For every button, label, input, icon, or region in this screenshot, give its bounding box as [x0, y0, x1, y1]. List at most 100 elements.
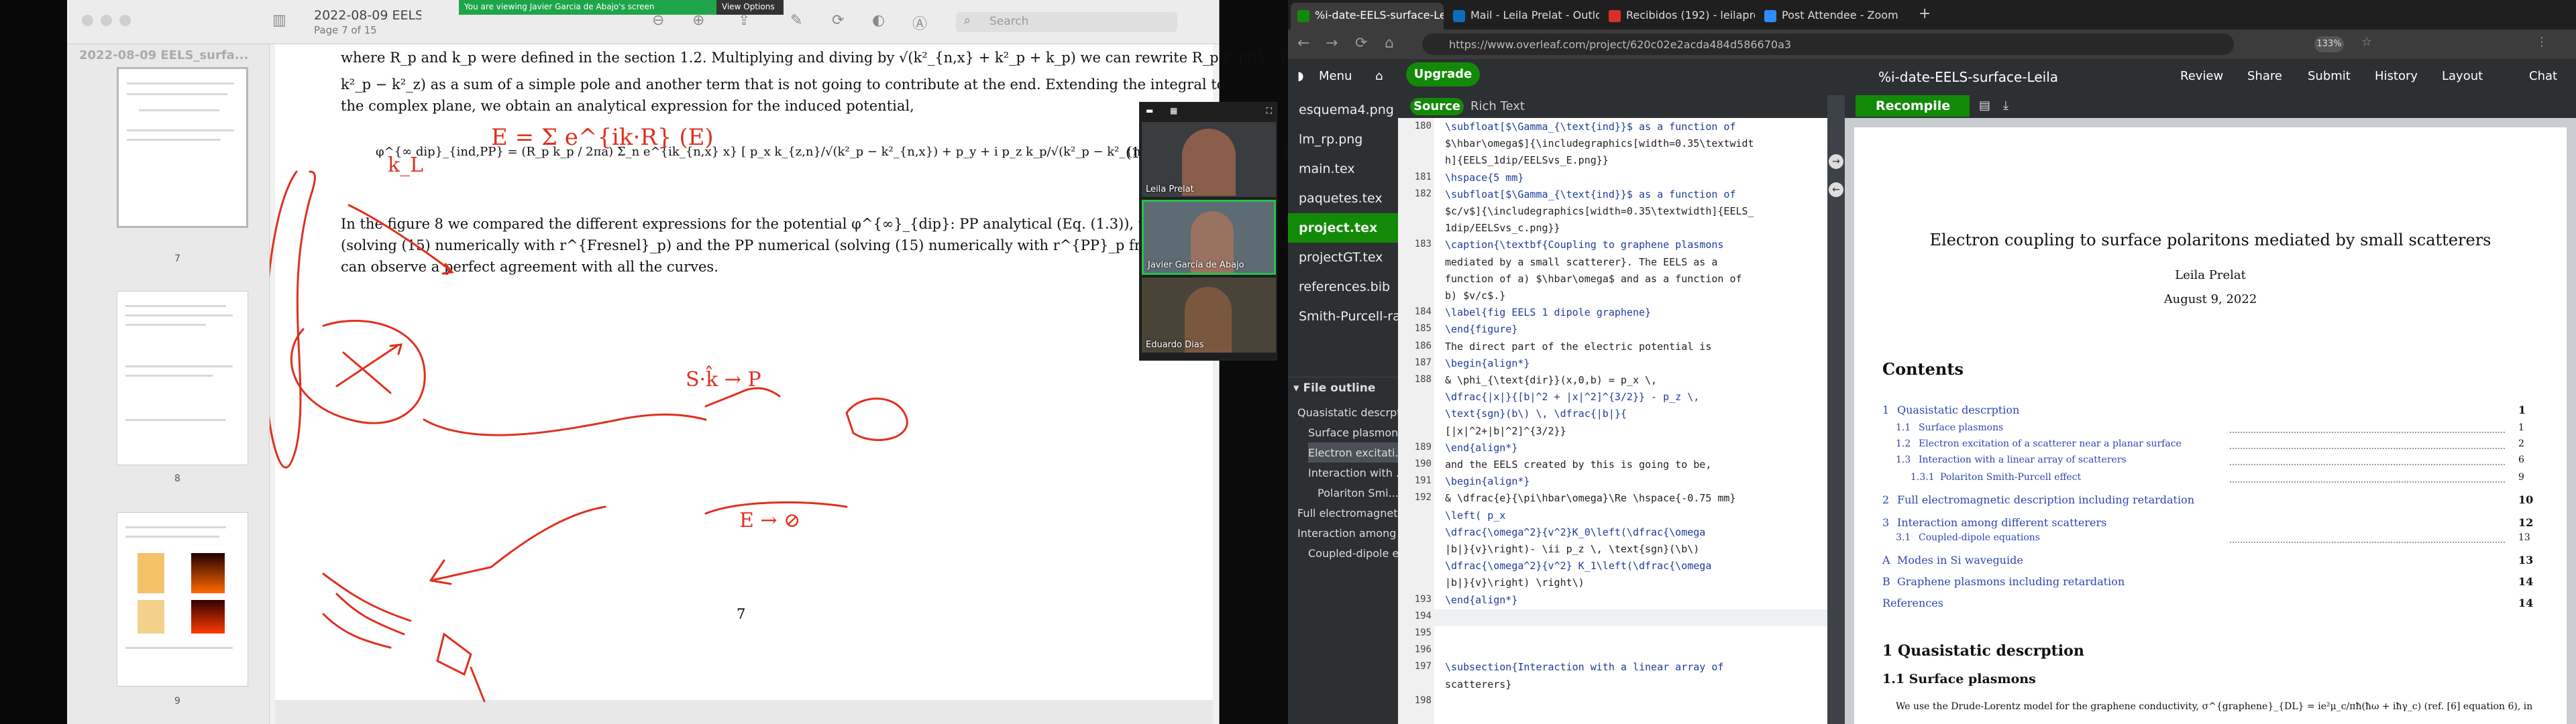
menu-icon[interactable]: ⋮ [2536, 35, 2548, 49]
participant-tile[interactable]: Eduardo Dias [1142, 278, 1276, 353]
toc-number[interactable]: 3 [1882, 516, 1889, 529]
upgrade-button[interactable]: Upgrade [1406, 62, 1480, 86]
sync-to-pdf-icon[interactable]: → [1829, 154, 1843, 169]
outline-item[interactable]: Polariton Smi... [1318, 483, 1398, 503]
toc-entry[interactable]: Interaction with a linear array of scatt… [1919, 455, 2127, 465]
file-item[interactable]: lm_rp.png [1288, 125, 1398, 154]
toc-number[interactable]: 1.3 [1896, 455, 1911, 465]
outline-item[interactable]: Surface plasmons [1308, 422, 1398, 442]
home-button-icon[interactable]: ⌂ [1375, 69, 1383, 83]
minimize-icon[interactable]: ▬ [1146, 106, 1153, 115]
outline-item[interactable]: Interaction among di... [1297, 523, 1398, 543]
menu-button[interactable]: Menu [1319, 69, 1352, 83]
toc-entry[interactable]: Modes in Si waveguide [1897, 554, 2023, 566]
source-mode-button[interactable]: Source [1410, 98, 1464, 115]
url-field[interactable]: https://www.overleaf.com/project/620c02e… [1422, 34, 2234, 55]
toc-number[interactable]: 1 [1882, 404, 1889, 416]
toc-entry[interactable]: Polariton Smith-Purcell effect [1940, 472, 2081, 483]
toc-leader-dots [2230, 464, 2505, 465]
participant-tile-active-speaker[interactable]: Javier García de Abajo [1142, 200, 1276, 275]
zoom-panel-toolbar[interactable]: ▬ ▦ ⛶ [1143, 106, 1275, 118]
sidebar-toggle-icon[interactable]: ▥ [272, 12, 286, 29]
file-item[interactable]: references.bib [1288, 272, 1398, 302]
code-line: scatterers} [1445, 678, 1512, 690]
code-line: \left( p_x [1445, 509, 1506, 522]
gmail-favicon [1609, 10, 1621, 22]
thumbnail-label: 8 [174, 473, 180, 484]
ink-text-e-arrow: E → ⊘ [739, 509, 800, 532]
highlight-icon[interactable]: ◐ [872, 12, 885, 29]
browser-tab-gmail[interactable]: Recibidos (192) - leilapre [1602, 3, 1755, 29]
download-pdf-icon[interactable]: ⤓ [2003, 99, 2008, 113]
file-item[interactable]: paquetes.tex [1288, 184, 1398, 213]
toc-number[interactable]: 3.1 [1896, 532, 1911, 543]
layout-button[interactable]: Layout [2442, 69, 2483, 83]
rotate-icon[interactable]: ⟳ [832, 12, 844, 29]
history-button[interactable]: History [2375, 69, 2418, 83]
thumbnail-page-8[interactable] [117, 291, 248, 465]
outline-item[interactable]: Quasistatic descrption [1297, 402, 1398, 422]
toc-number[interactable]: B [1882, 575, 1890, 588]
review-button[interactable]: Review [2180, 69, 2223, 83]
window-minimize-button[interactable] [101, 15, 112, 26]
toc-entry[interactable]: Electron excitation of a scatterer near … [1919, 438, 2182, 449]
project-title[interactable]: %i-date-EELS-surface-Leila [1878, 69, 2058, 85]
toc-entry[interactable]: Quasistatic descrption [1897, 404, 2019, 416]
browser-tab-outlook[interactable]: Mail - Leila Prelat - Outlo [1446, 3, 1599, 29]
toc-entry[interactable]: Coupled-dipole equations [1919, 532, 2040, 543]
markup-pen-icon[interactable]: ✎ [790, 12, 802, 29]
toc-entry[interactable]: Interaction among different scatterers [1897, 516, 2106, 529]
browser-tab-zoom[interactable]: Post Attendee - Zoom [1758, 3, 1911, 29]
pane-splitter[interactable]: → ← [1827, 95, 1845, 724]
gallery-view-icon[interactable]: ▦ [1170, 106, 1177, 115]
toc-entry[interactable]: References [1882, 597, 1943, 609]
back-icon[interactable]: ← [1297, 35, 1309, 52]
ink-arrows-inner [335, 343, 403, 394]
toc-number[interactable]: 2 [1882, 493, 1889, 506]
file-item[interactable]: projectGT.tex [1288, 243, 1398, 272]
browser-tab-overleaf[interactable]: %i-date-EELS-surface-Le [1291, 3, 1444, 29]
toc-entry[interactable]: Full electromagnetic description includi… [1897, 493, 2194, 506]
pdf-search-input[interactable]: Search [956, 12, 1177, 32]
fullscreen-icon[interactable]: ⛶ [1267, 106, 1272, 116]
home-icon[interactable]: ⌂ [1385, 35, 1394, 52]
toc-entry[interactable]: Graphene plasmons including retardation [1897, 575, 2125, 588]
window-close-button[interactable] [82, 15, 93, 26]
outline-item[interactable]: Coupled-dipole e... [1308, 543, 1398, 563]
participant-tile[interactable]: Leila Prelat [1142, 122, 1276, 197]
window-zoom-button[interactable] [119, 15, 131, 26]
outline-item[interactable]: Interaction with ... [1308, 463, 1398, 483]
file-item-selected[interactable]: project.tex [1288, 213, 1398, 243]
toc-number[interactable]: 1.2 [1896, 438, 1911, 449]
file-outline-header[interactable]: ▾ File outline [1288, 377, 1398, 398]
zoom-level-badge[interactable]: 133% [2314, 36, 2344, 52]
outline-item[interactable]: Full electromagnetic ... [1297, 503, 1398, 523]
toc-number[interactable]: A [1882, 554, 1890, 566]
toc-entry[interactable]: Surface plasmons [1919, 422, 2003, 433]
toc-leader-dots [2230, 481, 2505, 483]
toc-number[interactable]: 1.1 [1896, 422, 1911, 433]
code-line: \subfloat[$\Gamma_{\text{ind}}$ as a fun… [1445, 188, 1736, 200]
view-options-button[interactable]: View Options [716, 0, 784, 15]
reload-icon[interactable]: ⟳ [1355, 35, 1367, 52]
rich-text-mode-button[interactable]: Rich Text [1470, 98, 1538, 115]
thumbnail-page-7[interactable] [117, 67, 248, 228]
toc-number[interactable]: 1.3.1 [1911, 472, 1935, 483]
recompile-button[interactable]: Recompile [1856, 95, 1970, 117]
bookmark-star-icon[interactable]: ☆ [2361, 35, 2372, 49]
outline-item-selected[interactable]: Electron excitati... [1308, 442, 1398, 463]
forward-icon[interactable]: → [1326, 35, 1338, 52]
share-button[interactable]: Share [2247, 69, 2282, 83]
file-item[interactable]: esquema4.png [1288, 95, 1398, 125]
submit-button[interactable]: Submit [2308, 69, 2351, 83]
sync-to-code-icon[interactable]: ← [1829, 182, 1843, 197]
file-item[interactable]: main.tex [1288, 154, 1398, 184]
code-line: \dfrac{\omega^2}{v^2}K_0\left(\dfrac{\om… [1445, 526, 1706, 538]
new-tab-icon[interactable]: + [1919, 5, 1931, 22]
annotate-icon[interactable]: Ⓐ [912, 12, 927, 34]
file-item[interactable]: Smith-Purcell-radi... [1288, 302, 1398, 331]
logs-icon[interactable]: ▤ [1979, 99, 1990, 113]
code-editor[interactable]: 180 \subfloat[$\Gamma_{\text{ind}}$ as a … [1398, 118, 1827, 724]
chat-button[interactable]: Chat [2529, 69, 2557, 83]
thumbnail-page-9[interactable] [117, 512, 248, 686]
